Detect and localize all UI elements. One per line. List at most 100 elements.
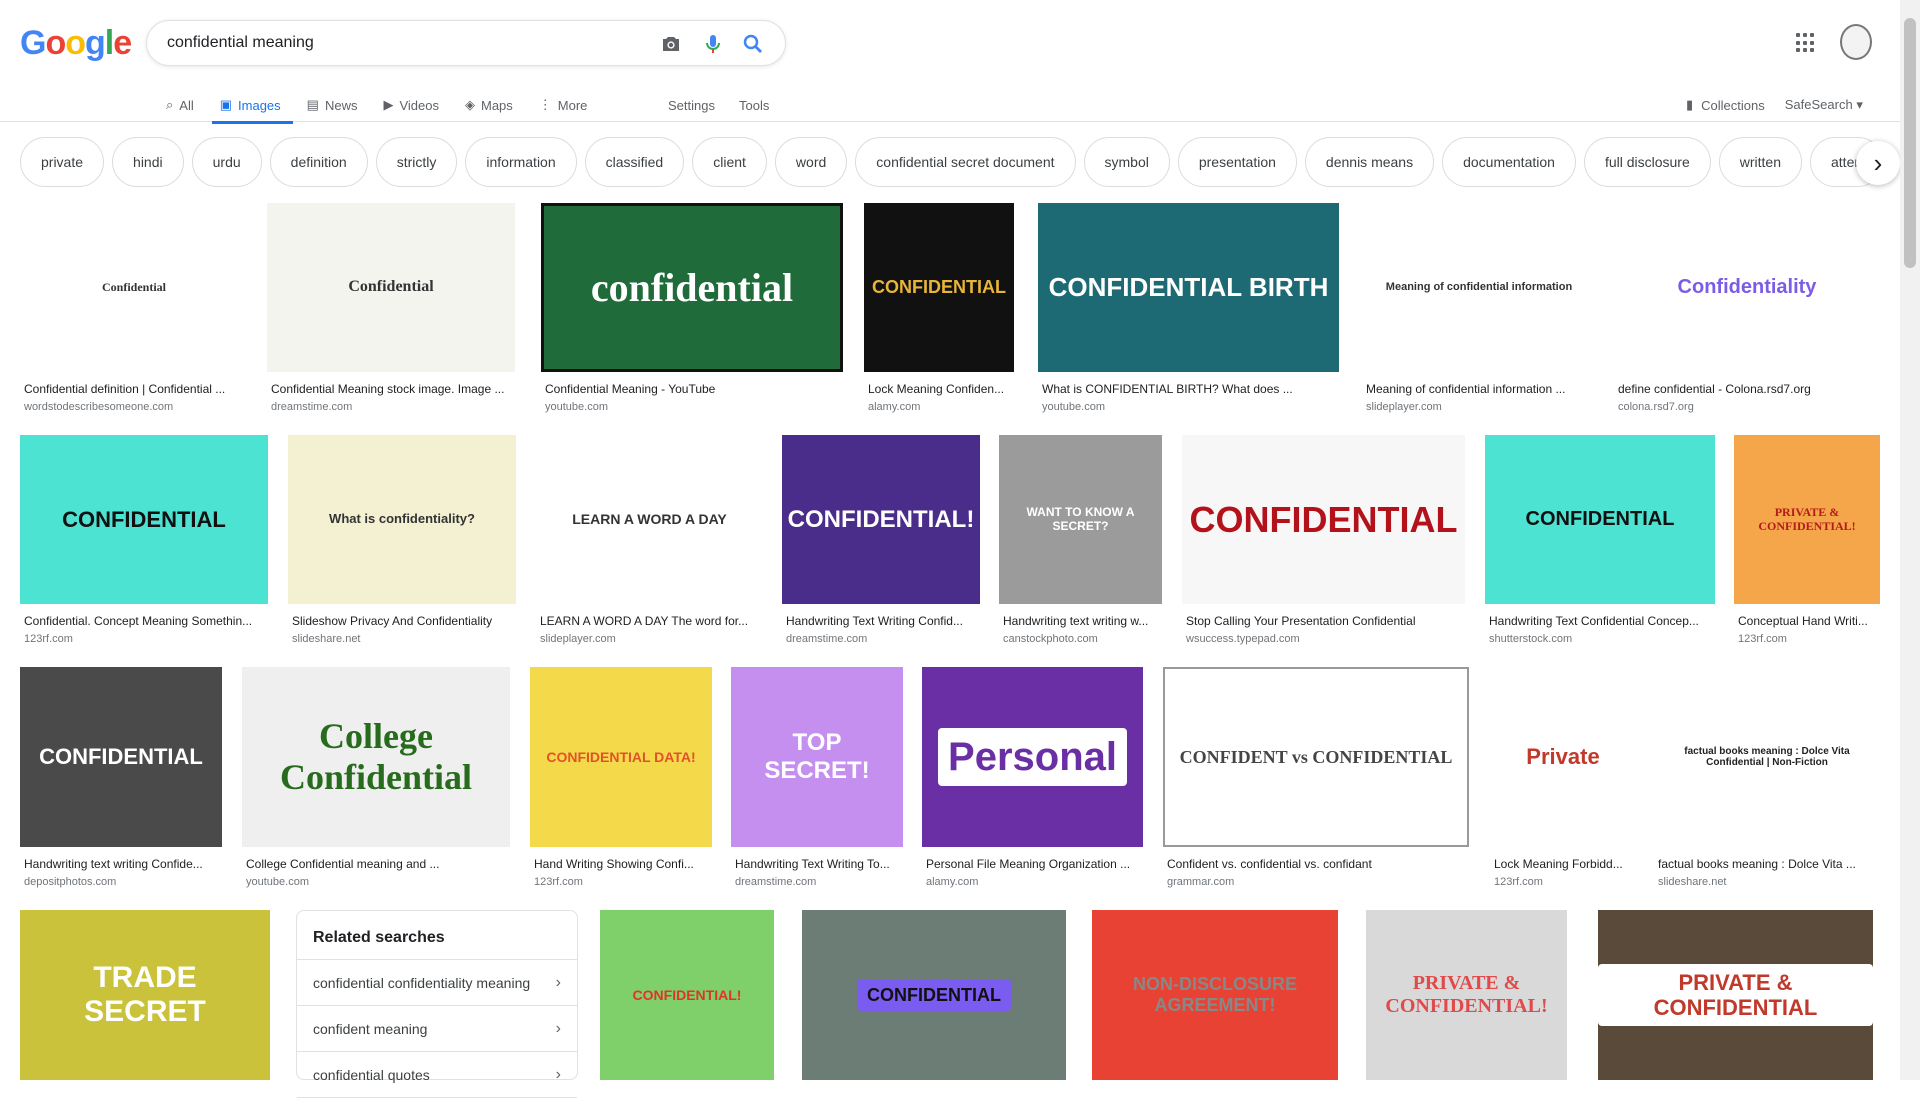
image-result[interactable]: TRADE SECRET	[20, 910, 270, 1080]
result-thumbnail[interactable]: College Confidential	[242, 667, 510, 847]
result-source[interactable]: slideplayer.com	[1366, 401, 1442, 413]
result-title[interactable]: Handwriting text writing Confide...	[24, 857, 218, 871]
tab-videos[interactable]: ▶ Videos	[381, 88, 441, 122]
chip[interactable]: symbol	[1083, 137, 1170, 187]
result-title[interactable]: Personal File Meaning Organization ...	[926, 857, 1139, 871]
result-source[interactable]: wordstodescribesomeone.com	[24, 401, 173, 413]
result-source[interactable]: 123rf.com	[534, 876, 583, 888]
image-result[interactable]: PRIVATE & CONFIDENTIAL	[1598, 910, 1873, 1080]
result-source[interactable]: slideshare.net	[1658, 876, 1727, 888]
result-thumbnail[interactable]: confidential	[541, 203, 843, 372]
result-source[interactable]: 123rf.com	[1494, 876, 1543, 888]
image-result[interactable]: CONFIDENTIAL Confidential. Concept Meanin…	[20, 435, 268, 652]
chip[interactable]: word	[774, 137, 848, 187]
chip[interactable]: definition	[269, 137, 368, 187]
search-box[interactable]	[146, 20, 786, 66]
google-logo[interactable]: Google	[20, 24, 132, 63]
result-title[interactable]: Confident vs. confidential vs. confidant	[1167, 857, 1465, 871]
chip[interactable]: information	[465, 137, 577, 187]
result-source[interactable]: grammar.com	[1167, 876, 1234, 888]
result-title[interactable]: define confidential - Colona.rsd7.org	[1618, 382, 1876, 396]
result-source[interactable]: 123rf.com	[24, 633, 73, 645]
image-result[interactable]: CONFIDENTIAL Handwriting text writing Con…	[20, 667, 222, 895]
image-result[interactable]: TOP SECRET! Handwriting Text Writing To..…	[731, 667, 903, 895]
image-result[interactable]: NON-DISCLOSURE AGREEMENT!	[1092, 910, 1338, 1080]
result-source[interactable]: dreamstime.com	[786, 633, 867, 645]
image-result[interactable]: CONFIDENT vs CONFIDENTIAL Confident vs. c…	[1163, 667, 1469, 895]
result-source[interactable]: wsuccess.typepad.com	[1186, 633, 1300, 645]
search-icon[interactable]	[741, 32, 765, 56]
result-thumbnail[interactable]: LEARN A WORD A DAY	[536, 435, 763, 604]
result-thumbnail[interactable]: CONFIDENTIAL!	[600, 910, 774, 1080]
camera-icon[interactable]	[659, 32, 683, 56]
result-title[interactable]: Confidential. Concept Meaning Somethin..…	[24, 614, 264, 628]
result-thumbnail[interactable]: Confidentiality	[1614, 203, 1880, 372]
result-source[interactable]: youtube.com	[1042, 401, 1105, 413]
tools-link[interactable]: Tools	[739, 88, 769, 122]
microphone-icon[interactable]	[701, 32, 725, 56]
result-thumbnail[interactable]: TOP SECRET!	[731, 667, 903, 847]
image-result[interactable]: CONFIDENTIAL!	[600, 910, 774, 1080]
result-thumbnail[interactable]: Personal	[922, 667, 1143, 847]
result-title[interactable]: College Confidential meaning and ...	[246, 857, 506, 871]
image-result[interactable]: CONFIDENTIAL! Handwriting Text Writing Co…	[782, 435, 980, 652]
result-thumbnail[interactable]: WANT TO KNOW A SECRET?	[999, 435, 1162, 604]
result-title[interactable]: Handwriting Text Confidential Concep...	[1489, 614, 1711, 628]
result-title[interactable]: Handwriting Text Writing Confid...	[786, 614, 976, 628]
chip[interactable]: hindi	[112, 137, 184, 187]
result-title[interactable]: Confidential definition | Confidential .…	[24, 382, 244, 396]
image-result[interactable]: CONFIDENTIAL	[802, 910, 1066, 1080]
image-result[interactable]: CONFIDENTIAL Handwriting Text Confidentia…	[1485, 435, 1715, 652]
result-source[interactable]: alamy.com	[868, 401, 920, 413]
chip[interactable]: written	[1718, 137, 1802, 187]
image-result[interactable]: Private Lock Meaning Forbidd... 123rf.com	[1490, 667, 1636, 895]
result-title[interactable]: Confidential Meaning stock image. Image …	[271, 382, 511, 396]
image-result[interactable]: CONFIDENTIAL DATA! Hand Writing Showing C…	[530, 667, 712, 895]
result-title[interactable]: Hand Writing Showing Confi...	[534, 857, 708, 871]
result-source[interactable]: shutterstock.com	[1489, 633, 1572, 645]
chip[interactable]: documentation	[1442, 137, 1576, 187]
result-source[interactable]: youtube.com	[545, 401, 608, 413]
image-result[interactable]: CONFIDENTIAL BIRTH What is CONFIDENTIAL B…	[1038, 203, 1339, 420]
result-thumbnail[interactable]: Meaning of confidential information	[1362, 203, 1596, 372]
result-source[interactable]: youtube.com	[246, 876, 309, 888]
result-title[interactable]: Handwriting Text Writing To...	[735, 857, 899, 871]
result-thumbnail[interactable]: TRADE SECRET	[20, 910, 270, 1080]
result-thumbnail[interactable]: PRIVATE & CONFIDENTIAL!	[1366, 910, 1567, 1080]
image-result[interactable]: Confidential Confidential Meaning stock i…	[267, 203, 515, 420]
image-result[interactable]: CONFIDENTIAL Stop Calling Your Presentati…	[1182, 435, 1465, 652]
image-result[interactable]: confidential Confidential Meaning - YouTu…	[541, 203, 843, 420]
result-source[interactable]: canstockphoto.com	[1003, 633, 1098, 645]
result-source[interactable]: dreamstime.com	[735, 876, 816, 888]
result-source[interactable]: depositphotos.com	[24, 876, 116, 888]
result-thumbnail[interactable]: CONFIDENTIAL	[802, 910, 1066, 1080]
result-title[interactable]: Conceptual Hand Writi...	[1738, 614, 1876, 628]
safesearch-menu[interactable]: SafeSearch ▾	[1785, 97, 1863, 113]
tab-images[interactable]: ▣ Images	[211, 88, 293, 124]
chip[interactable]: presentation	[1177, 137, 1297, 187]
result-title[interactable]: Lock Meaning Confiden...	[868, 382, 1010, 396]
result-thumbnail[interactable]: CONFIDENTIAL	[1485, 435, 1715, 604]
result-source[interactable]: 123rf.com	[1738, 633, 1787, 645]
result-thumbnail[interactable]: PRIVATE & CONFIDENTIAL!	[1734, 435, 1880, 604]
result-thumbnail[interactable]: CONFIDENTIAL!	[782, 435, 980, 604]
chip[interactable]: private	[20, 137, 105, 187]
chip[interactable]: full disclosure	[1583, 137, 1711, 187]
result-thumbnail[interactable]: What is confidentiality?	[288, 435, 516, 604]
result-source[interactable]: dreamstime.com	[271, 401, 352, 413]
image-result[interactable]: PRIVATE & CONFIDENTIAL! Conceptual Hand W…	[1734, 435, 1880, 652]
chip[interactable]: dennis means	[1304, 137, 1435, 187]
chip[interactable]: urdu	[191, 137, 262, 187]
result-source[interactable]: colona.rsd7.org	[1618, 401, 1694, 413]
result-thumbnail[interactable]: PRIVATE & CONFIDENTIAL	[1598, 910, 1873, 1080]
result-thumbnail[interactable]: CONFIDENT vs CONFIDENTIAL	[1163, 667, 1469, 847]
scrollbar[interactable]	[1900, 0, 1920, 1080]
image-result[interactable]: PRIVATE & CONFIDENTIAL!	[1366, 910, 1567, 1080]
result-thumbnail[interactable]: Confidential	[20, 203, 248, 372]
result-title[interactable]: Slideshow Privacy And Confidentiality	[292, 614, 512, 628]
chip[interactable]: confidential secret document	[855, 137, 1076, 187]
result-title[interactable]: Handwriting text writing w...	[1003, 614, 1158, 628]
image-result[interactable]: Meaning of confidential information Meani…	[1362, 203, 1596, 420]
result-thumbnail[interactable]: CONFIDENTIAL	[1182, 435, 1465, 604]
result-source[interactable]: slideshare.net	[292, 633, 361, 645]
